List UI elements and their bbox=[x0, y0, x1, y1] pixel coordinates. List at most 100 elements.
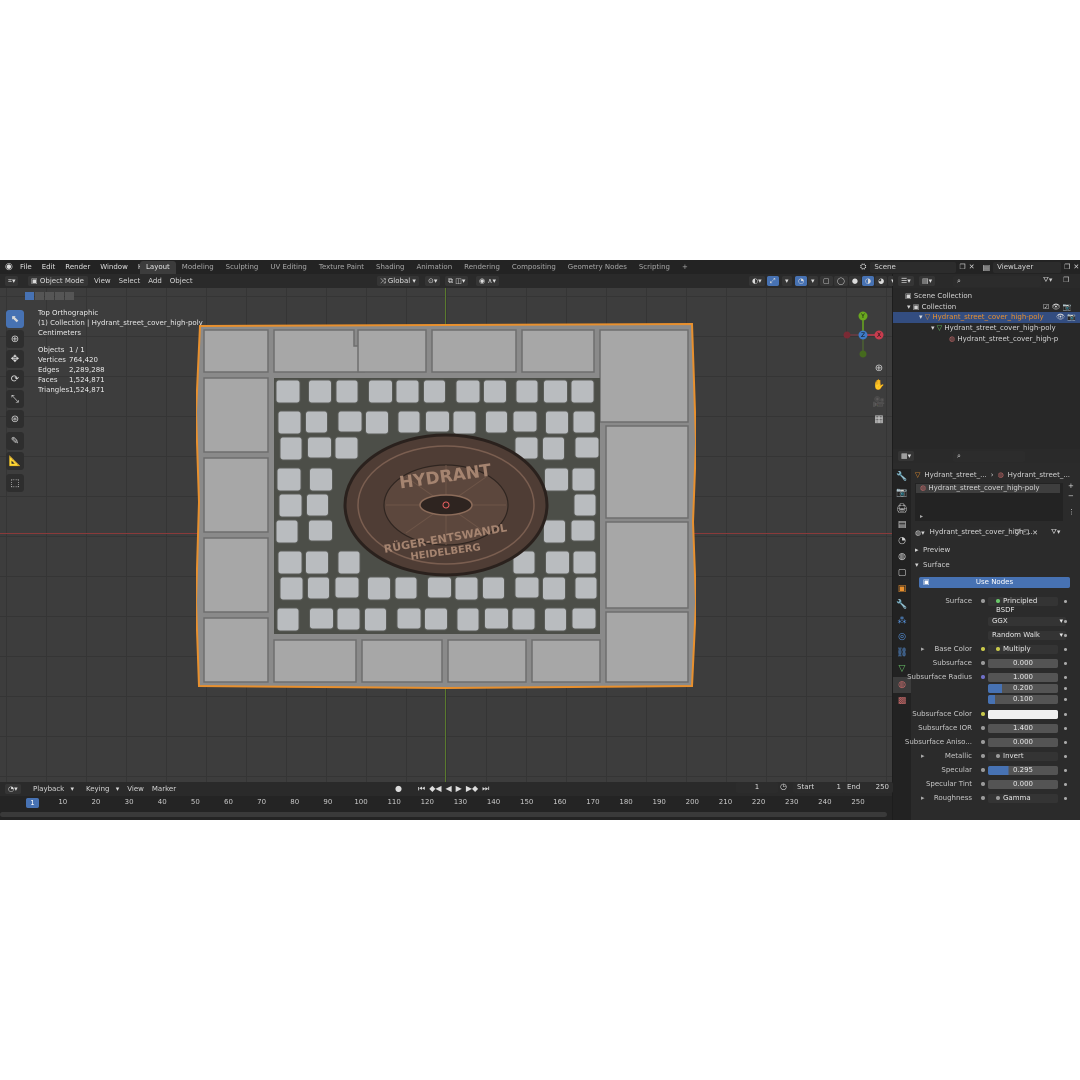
add-workspace-icon[interactable]: + bbox=[676, 261, 694, 274]
prev-key-icon[interactable]: ◆◀ bbox=[429, 784, 441, 794]
keyframe-dot-icon[interactable] bbox=[1064, 727, 1067, 730]
menu-view-timeline[interactable]: View bbox=[123, 782, 148, 796]
view-layer-copy-icon[interactable]: ❐ bbox=[1064, 263, 1070, 271]
keyframe-dot-icon[interactable] bbox=[1064, 755, 1067, 758]
keyframe-dot-icon[interactable] bbox=[1064, 662, 1067, 665]
add-cube-tool-icon[interactable]: ⬚ bbox=[6, 474, 24, 492]
select-invert-icon[interactable] bbox=[55, 292, 64, 300]
material-shading-icon[interactable]: ◑ bbox=[861, 276, 875, 286]
checkbox-icon[interactable]: ☑ bbox=[1043, 303, 1049, 311]
material-filter-icon[interactable]: ⛛▾ bbox=[1051, 528, 1060, 537]
number-field[interactable]: 0.295 bbox=[988, 766, 1058, 775]
pivot-point-icon[interactable]: ⊙▾ bbox=[425, 276, 441, 286]
jump-start-icon[interactable]: ⏮ bbox=[418, 784, 425, 794]
collection-tab-icon[interactable]: ▢ bbox=[893, 565, 911, 581]
number-field[interactable]: 0.000 bbox=[988, 659, 1058, 668]
menu-keying[interactable]: Keying ▾ bbox=[78, 782, 123, 796]
constraints-tab-icon[interactable]: ⛓ bbox=[893, 645, 911, 661]
number-field[interactable]: 0.000 bbox=[988, 780, 1058, 789]
keyframe-dot-icon[interactable] bbox=[1064, 687, 1067, 690]
texture-tab-icon[interactable]: ▩ bbox=[893, 693, 911, 709]
keyframe-dot-icon[interactable] bbox=[1064, 769, 1067, 772]
tab-texture-paint[interactable]: Texture Paint bbox=[313, 261, 370, 274]
overlays-menu-icon[interactable]: ▾ bbox=[808, 276, 818, 286]
input-socket-icon[interactable] bbox=[981, 740, 985, 744]
node-socket-field[interactable]: Principled BSDF bbox=[988, 597, 1058, 614]
scene-close-icon[interactable]: ✕ bbox=[969, 263, 975, 271]
gizmo-neg-y[interactable] bbox=[859, 350, 867, 358]
play-icon[interactable]: ▶ bbox=[456, 784, 462, 794]
input-socket-icon[interactable] bbox=[981, 647, 985, 651]
keyframe-dot-icon[interactable] bbox=[1064, 783, 1067, 786]
proportional-edit-icon[interactable]: ◉ ∧▾ bbox=[476, 276, 499, 286]
node-socket-field[interactable]: Invert bbox=[988, 752, 1058, 761]
material-browse-icon[interactable]: ◍▾ bbox=[915, 529, 925, 537]
outliner-row-mesh[interactable]: ▾ ▽ Hydrant_street_cover_high-poly bbox=[931, 324, 1056, 332]
transform-orientation[interactable]: ⤨ Global ▾ bbox=[377, 276, 419, 286]
scene-field[interactable]: Scene bbox=[870, 261, 957, 273]
next-key-icon[interactable]: ▶◆ bbox=[466, 784, 478, 794]
render-tab-icon[interactable]: 📷 bbox=[893, 485, 911, 501]
world-tab-icon[interactable]: ◍ bbox=[893, 549, 911, 565]
material-name-field[interactable]: Hydrant_street_cover_high-... bbox=[927, 527, 1033, 538]
physics-tab-icon[interactable]: ◎ bbox=[893, 629, 911, 645]
input-socket-icon[interactable] bbox=[981, 768, 985, 772]
keyframe-dot-icon[interactable] bbox=[1064, 620, 1067, 623]
surface-panel-header[interactable]: ▾ Surface bbox=[915, 561, 950, 569]
tab-compositing[interactable]: Compositing bbox=[506, 261, 562, 274]
view-layer-tab-icon[interactable]: ▤ bbox=[893, 517, 911, 533]
camera-render-icon[interactable]: 📷 bbox=[1067, 313, 1076, 321]
unlink-material-icon[interactable]: ✕ bbox=[1032, 529, 1038, 537]
input-socket-icon[interactable] bbox=[981, 712, 985, 716]
node-socket-field[interactable]: Gamma bbox=[988, 794, 1058, 803]
keyframe-dot-icon[interactable] bbox=[1064, 648, 1067, 651]
scene-icon[interactable]: ⛭ bbox=[860, 262, 866, 272]
expand-arrow-icon[interactable]: ▸ bbox=[921, 645, 925, 653]
outliner-editor-type-icon[interactable]: ☰▾ bbox=[898, 276, 914, 286]
blender-logo-icon[interactable]: ◉ bbox=[5, 262, 15, 272]
menu-view[interactable]: View bbox=[90, 274, 115, 288]
list-expand-icon[interactable]: ▸ bbox=[920, 513, 923, 520]
keyframe-dot-icon[interactable] bbox=[1064, 698, 1067, 701]
cursor-tool-icon[interactable]: ⊕ bbox=[6, 330, 24, 348]
end-frame-field[interactable]: End 250 bbox=[843, 782, 893, 793]
add-slot-icon[interactable]: + bbox=[1068, 481, 1075, 491]
input-socket-icon[interactable] bbox=[981, 782, 985, 786]
playhead[interactable]: 1 bbox=[26, 798, 39, 808]
input-socket-icon[interactable] bbox=[981, 599, 985, 603]
transform-tool-icon[interactable]: ⊛ bbox=[6, 410, 24, 428]
tab-geometry-nodes[interactable]: Geometry Nodes bbox=[562, 261, 633, 274]
select-subtract-icon[interactable] bbox=[45, 292, 54, 300]
rotate-tool-icon[interactable]: ⟳ bbox=[6, 370, 24, 388]
input-socket-icon[interactable] bbox=[981, 754, 985, 758]
input-socket-icon[interactable] bbox=[981, 796, 985, 800]
overlays-toggle-icon[interactable]: ◔ bbox=[795, 276, 808, 286]
select-extend-icon[interactable] bbox=[35, 292, 44, 300]
outliner-row-scene-collection[interactable]: ▣ Scene Collection bbox=[905, 292, 972, 300]
enum-dropdown[interactable]: Random Walk ▾ bbox=[988, 631, 1066, 640]
eye-icon[interactable]: 👁 bbox=[1056, 313, 1065, 321]
menu-playback[interactable]: Playback ▾ bbox=[25, 782, 78, 796]
xray-icon[interactable]: ▢ bbox=[820, 276, 833, 286]
material-slot-item[interactable]: ◍ Hydrant_street_cover_high-poly bbox=[916, 484, 1060, 493]
rendered-shading-icon[interactable]: ◕ bbox=[875, 276, 888, 286]
view-layer-field[interactable]: ViewLayer bbox=[993, 261, 1062, 273]
keyframe-dot-icon[interactable] bbox=[1064, 634, 1067, 637]
select-box-tool-icon[interactable]: ⬉ bbox=[6, 310, 24, 328]
tab-uv-editing[interactable]: UV Editing bbox=[264, 261, 313, 274]
input-socket-icon[interactable] bbox=[981, 726, 985, 730]
camera-render-icon[interactable]: 📷 bbox=[1063, 303, 1072, 311]
menu-object[interactable]: Object bbox=[166, 274, 197, 288]
menu-render[interactable]: Render bbox=[60, 263, 95, 271]
scale-tool-icon[interactable]: ⤡ bbox=[6, 390, 24, 408]
menu-edit[interactable]: Edit bbox=[37, 263, 61, 271]
preview-panel-header[interactable]: ▸ Preview bbox=[915, 546, 950, 554]
scene-copy-icon[interactable]: ❐ bbox=[959, 263, 965, 271]
keyframe-dot-icon[interactable] bbox=[1064, 797, 1067, 800]
filter-icon[interactable]: ⛛▾ bbox=[1043, 276, 1052, 285]
expand-arrow-icon[interactable]: ▸ bbox=[921, 794, 925, 802]
object-tab-icon[interactable]: ▣ bbox=[893, 581, 911, 597]
outliner-search-input[interactable]: ⌕ bbox=[953, 276, 1041, 287]
annotate-tool-icon[interactable]: ✎ bbox=[6, 432, 24, 450]
wireframe-shading-icon[interactable]: ◯ bbox=[834, 276, 848, 286]
